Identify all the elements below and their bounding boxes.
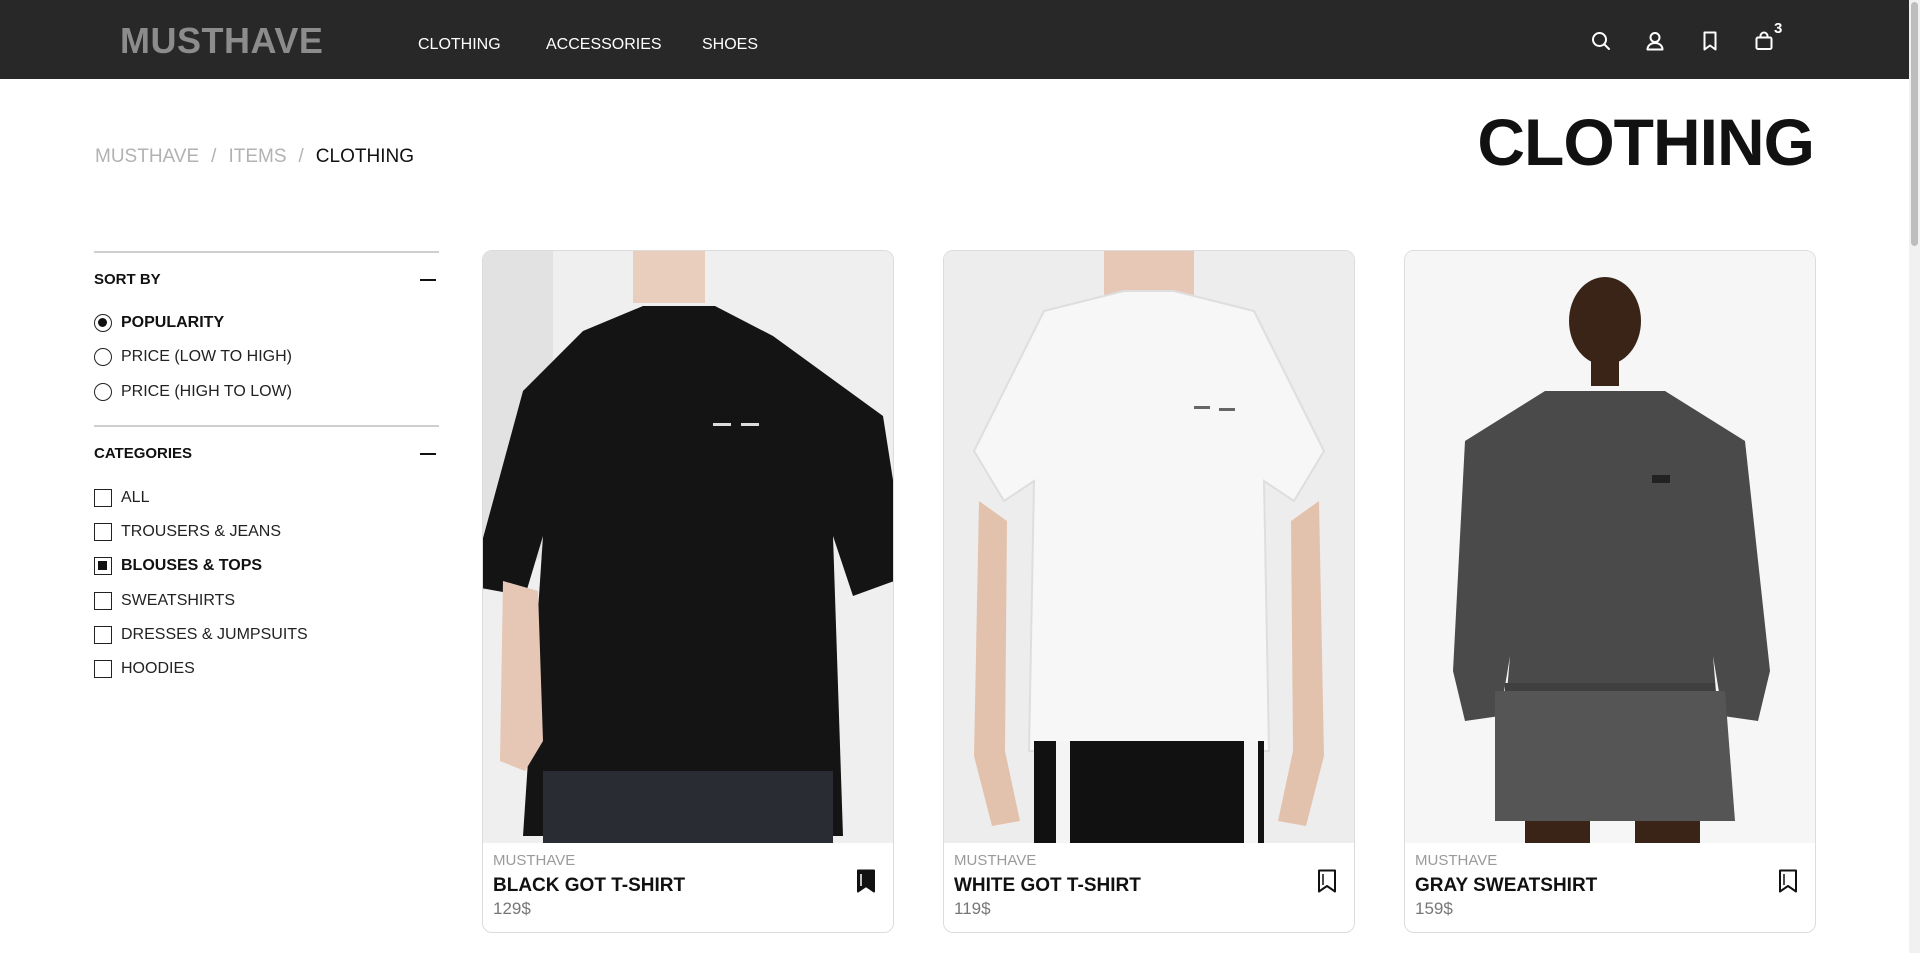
product-name[interactable]: WHITE GOT T-SHIRT <box>954 875 1141 897</box>
user-icon[interactable] <box>1642 28 1668 54</box>
sort-option-label: PRICE (LOW TO HIGH) <box>121 348 292 365</box>
sort-by-heading[interactable]: SORT BY <box>94 271 161 288</box>
search-icon[interactable] <box>1588 28 1614 54</box>
radio-unselected[interactable] <box>94 383 112 401</box>
radio-selected[interactable] <box>94 314 112 332</box>
product-price: 159$ <box>1415 899 1453 918</box>
checkbox-checked[interactable] <box>94 557 112 575</box>
page-title: CLOTHING <box>1477 105 1815 179</box>
nav-accessories[interactable]: ACCESSORIES <box>546 36 662 54</box>
category-all[interactable]: ALL <box>94 486 149 510</box>
bookmark-icon[interactable] <box>1314 867 1340 895</box>
nav-shoes[interactable]: SHOES <box>702 36 758 54</box>
category-sweatshirts[interactable]: SWEATSHIRTS <box>94 589 235 613</box>
site-header: MUSTHAVE CLOTHING ACCESSORIES SHOES 3 <box>0 0 1909 79</box>
breadcrumb-musthave[interactable]: MUSTHAVE <box>95 146 199 167</box>
product-image[interactable] <box>944 251 1354 843</box>
product-image[interactable] <box>483 251 893 843</box>
bookmark-icon[interactable] <box>1697 28 1723 54</box>
checkbox[interactable] <box>94 489 112 507</box>
breadcrumb-current: CLOTHING <box>315 146 414 167</box>
product-image[interactable] <box>1405 251 1815 843</box>
product-name[interactable]: GRAY SWEATSHIRT <box>1415 875 1597 897</box>
bookmark-filled-icon[interactable] <box>853 867 879 895</box>
category-label: TROUSERS & JEANS <box>121 523 282 540</box>
category-label: ALL <box>121 489 150 506</box>
category-label: HOODIES <box>121 660 195 677</box>
category-hoodies[interactable]: HOODIES <box>94 657 195 681</box>
category-label: DRESSES & JUMPSUITS <box>121 626 308 643</box>
bookmark-icon[interactable] <box>1775 867 1801 895</box>
filter-divider <box>94 425 439 427</box>
breadcrumb-separator: / <box>298 146 304 167</box>
product-brand: MUSTHAVE <box>493 852 576 869</box>
product-card[interactable]: MUSTHAVE GRAY SWEATSHIRT 159$ <box>1404 250 1816 933</box>
radio-unselected[interactable] <box>94 348 112 366</box>
product-name[interactable]: BLACK GOT T-SHIRT <box>493 875 685 897</box>
category-blouses-tops[interactable]: BLOUSES & TOPS <box>94 554 262 578</box>
product-brand: MUSTHAVE <box>954 852 1037 869</box>
product-price: 129$ <box>493 899 531 918</box>
categories-heading[interactable]: CATEGORIES <box>94 445 192 462</box>
category-dresses-jumpsuits[interactable]: DRESSES & JUMPSUITS <box>94 623 308 647</box>
filter-divider <box>94 251 439 253</box>
sort-option-price-low-high[interactable]: PRICE (LOW TO HIGH) <box>94 345 292 369</box>
sort-option-popularity[interactable]: POPULARITY <box>94 311 224 335</box>
category-label: BLOUSES & TOPS <box>121 557 263 574</box>
category-label: SWEATSHIRTS <box>121 592 236 609</box>
checkbox[interactable] <box>94 660 112 678</box>
product-price: 119$ <box>954 899 991 918</box>
breadcrumb-separator: / <box>211 146 217 167</box>
product-card[interactable]: MUSTHAVE WHITE GOT T-SHIRT 119$ <box>943 250 1355 933</box>
page-scrollbar[interactable] <box>1909 0 1920 953</box>
breadcrumb-items[interactable]: ITEMS <box>228 146 286 167</box>
sort-collapse-icon[interactable] <box>420 279 436 281</box>
categories-collapse-icon[interactable] <box>420 453 436 455</box>
sort-option-label: PRICE (HIGH TO LOW) <box>121 383 292 400</box>
sort-option-label: POPULARITY <box>121 314 225 331</box>
scroll-thumb[interactable] <box>1911 2 1918 246</box>
product-brand: MUSTHAVE <box>1415 852 1498 869</box>
checkbox[interactable] <box>94 592 112 610</box>
product-card[interactable]: MUSTHAVE BLACK GOT T-SHIRT 129$ <box>482 250 894 933</box>
checkbox[interactable] <box>94 523 112 541</box>
cart-count-badge: 3 <box>1774 20 1783 37</box>
category-trousers-jeans[interactable]: TROUSERS & JEANS <box>94 520 281 544</box>
sort-option-price-high-low[interactable]: PRICE (HIGH TO LOW) <box>94 380 292 404</box>
checkbox[interactable] <box>94 626 112 644</box>
logo[interactable]: MUSTHAVE <box>120 20 323 62</box>
nav-clothing[interactable]: CLOTHING <box>418 36 501 54</box>
breadcrumb: MUSTHAVE / ITEMS / CLOTHING <box>95 146 414 168</box>
